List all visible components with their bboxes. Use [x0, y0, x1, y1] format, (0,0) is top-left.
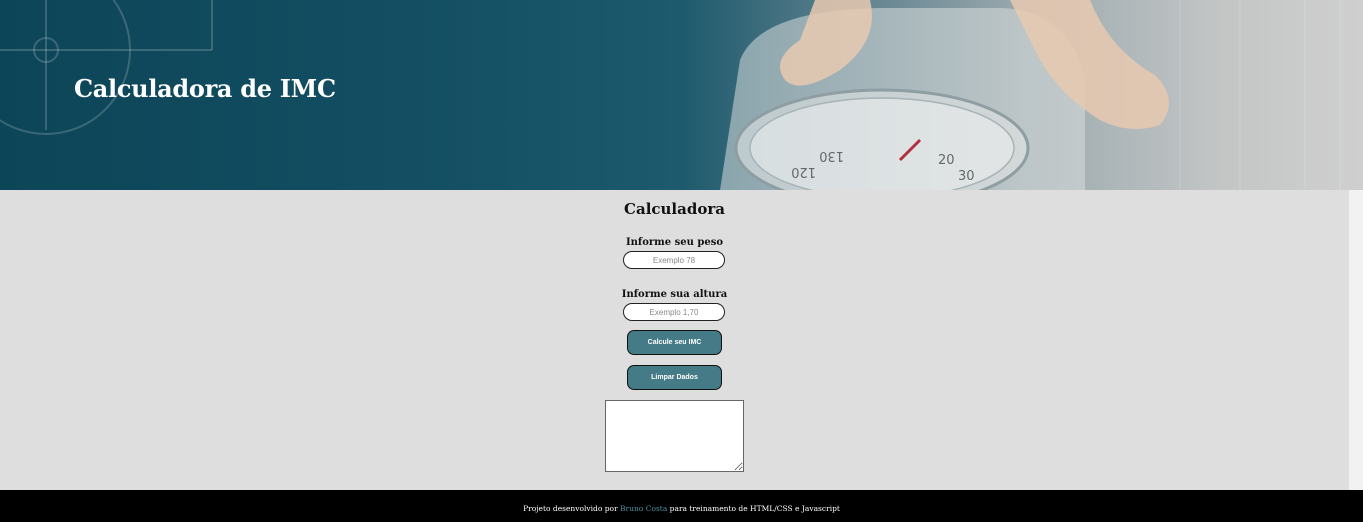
weight-input[interactable]	[623, 251, 725, 269]
calculate-button[interactable]: Calcule seu IMC	[627, 330, 722, 355]
page-gutter	[1349, 190, 1363, 490]
weight-label: Informe seu peso	[625, 237, 723, 248]
header-banner: 130 120 20 30 Calculadora de IMC	[0, 0, 1363, 190]
clear-button[interactable]: Limpar Dados	[627, 365, 722, 390]
svg-text:120: 120	[791, 164, 816, 179]
page-title: Calculadora de IMC	[74, 74, 336, 103]
calculator-section: Calculadora Informe seu peso Informe sua…	[0, 190, 1349, 490]
footer: Projeto desenvolvido por Bruno Costa par…	[0, 490, 1363, 522]
result-textarea[interactable]	[605, 400, 744, 472]
height-input[interactable]	[623, 303, 725, 321]
svg-text:30: 30	[958, 169, 975, 184]
decorative-lines-icon	[0, 0, 213, 135]
svg-text:20: 20	[938, 153, 955, 168]
calculator-heading: Calculadora	[624, 200, 725, 218]
footer-suffix: para treinamento de HTML/CSS e Javascrip…	[667, 504, 840, 513]
author-link[interactable]: Bruno Costa	[620, 504, 667, 513]
height-label: Informe sua altura	[621, 289, 728, 300]
footer-prefix: Projeto desenvolvido por	[523, 504, 621, 513]
scale-dial-icon: 130 120 20 30	[734, 88, 1030, 190]
svg-text:130: 130	[819, 148, 844, 163]
